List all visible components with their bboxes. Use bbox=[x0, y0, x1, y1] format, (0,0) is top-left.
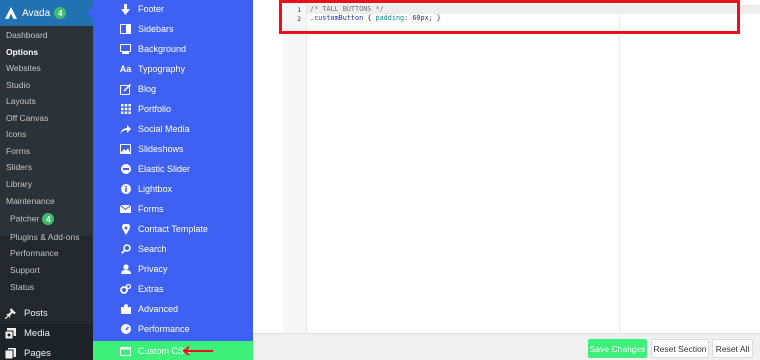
sidebar-item-label: Contact Template bbox=[138, 224, 208, 234]
submenu-studio[interactable]: Studio bbox=[6, 80, 30, 90]
sidebar-item-extras[interactable]: Extras bbox=[93, 279, 253, 299]
wp-menu-media-label: Media bbox=[24, 327, 50, 339]
sidebar-item-label: Blog bbox=[138, 84, 157, 94]
sidebar-item-slideshows[interactable]: Slideshows bbox=[93, 139, 253, 159]
patcher-count-badge: 4 bbox=[42, 213, 55, 225]
sidebar-item-privacy[interactable]: Privacy bbox=[93, 259, 253, 279]
submenu-sliders[interactable]: Sliders bbox=[6, 162, 32, 172]
minus-circle-icon bbox=[120, 164, 131, 175]
submenu-off-canvas[interactable]: Off Canvas bbox=[6, 113, 48, 123]
line-number-gutter bbox=[283, 0, 307, 333]
sidebar-item-label: Elastic Slider bbox=[138, 164, 191, 174]
sidebar-item-background[interactable]: Background bbox=[93, 39, 253, 59]
print-margin-line bbox=[619, 0, 620, 333]
sidebar-item-label: Performance bbox=[138, 324, 190, 334]
submenu-layouts[interactable]: Layouts bbox=[6, 96, 36, 106]
options-footer-bar: Save Changes Reset Section Reset All bbox=[253, 333, 760, 360]
wp-menu-pages-label: Pages bbox=[24, 347, 51, 359]
sidebar-item-forms[interactable]: Forms bbox=[93, 199, 253, 219]
sidebar-item-portfolio[interactable]: Portfolio bbox=[93, 99, 253, 119]
image-icon bbox=[120, 144, 131, 155]
wp-menu-avada[interactable]: Avada 4 bbox=[0, 0, 93, 26]
sidebar-item-elastic-slider[interactable]: Elastic Slider bbox=[93, 159, 253, 179]
submenu-websites[interactable]: Websites bbox=[6, 63, 41, 73]
submenu-icons[interactable]: Icons bbox=[6, 129, 26, 139]
sidebar-item-label: Advanced bbox=[138, 304, 179, 314]
css-icon bbox=[120, 346, 131, 357]
sidebar-item-label: Extras bbox=[138, 284, 164, 294]
wp-menu-avada-label: Avada bbox=[22, 7, 51, 19]
wp-avada-submenu: Dashboard Options Websites Studio Layout… bbox=[0, 26, 93, 324]
sidebar-item-custom-css[interactable]: Custom CSS bbox=[93, 341, 259, 360]
map-pin-icon bbox=[120, 223, 131, 235]
pages-icon bbox=[5, 347, 16, 359]
submenu-maintenance[interactable]: Maintenance bbox=[6, 196, 55, 206]
share-icon bbox=[120, 124, 131, 135]
sidebar-item-search[interactable]: Search bbox=[93, 239, 253, 259]
sidebar-item-contact-template[interactable]: Contact Template bbox=[93, 219, 253, 239]
sidebar-item-label: Portfolio bbox=[138, 104, 172, 114]
typography-icon: Aa bbox=[119, 64, 132, 74]
submenu-patcher-label: Patcher bbox=[10, 213, 40, 224]
grid-icon bbox=[120, 104, 131, 115]
envelope-icon bbox=[120, 204, 131, 215]
info-icon bbox=[120, 184, 131, 195]
user-icon bbox=[120, 264, 131, 275]
sidebar-item-blog[interactable]: Blog bbox=[93, 79, 253, 99]
submenu-library[interactable]: Library bbox=[6, 179, 32, 189]
sidebar-item-social-media[interactable]: Social Media bbox=[93, 119, 253, 139]
puzzle-icon bbox=[120, 304, 131, 315]
sidebar-item-label: Typography bbox=[138, 64, 186, 74]
sidebar-item-label: Social Media bbox=[138, 124, 190, 134]
custom-css-editor[interactable]: 1 2 /* TALL BUTTONS */ .customButton { p… bbox=[253, 0, 760, 333]
media-icon bbox=[5, 327, 16, 339]
sidebar-item-label: Forms bbox=[138, 204, 164, 214]
submenu-support[interactable]: Support bbox=[10, 265, 40, 275]
avada-logo-icon bbox=[5, 7, 17, 19]
sidebar-item-performance[interactable]: Performance bbox=[93, 319, 253, 339]
sidebar-item-label: Footer bbox=[138, 4, 165, 14]
gauge-icon bbox=[120, 324, 131, 335]
annotation-arrow-icon bbox=[182, 346, 213, 356]
search-icon bbox=[120, 244, 131, 255]
arrow-down-icon bbox=[120, 3, 131, 15]
gears-icon bbox=[120, 284, 131, 295]
pin-icon bbox=[5, 307, 16, 319]
save-changes-button[interactable]: Save Changes bbox=[588, 339, 647, 358]
update-count-badge: 4 bbox=[54, 7, 67, 19]
wp-admin-menu: Avada 4 Dashboard Options Websites Studi… bbox=[0, 0, 93, 360]
wp-menu-posts[interactable]: Posts bbox=[0, 303, 93, 323]
wp-menu-media[interactable]: Media bbox=[0, 323, 93, 343]
reset-section-button[interactable]: Reset Section bbox=[651, 339, 709, 358]
sidebar-item-footer[interactable]: Footer bbox=[93, 0, 253, 19]
background-icon bbox=[120, 44, 131, 55]
submenu-dashboard[interactable]: Dashboard bbox=[6, 30, 48, 40]
annotation-highlight-box bbox=[279, 0, 740, 34]
blog-icon bbox=[120, 83, 131, 95]
submenu-status[interactable]: Status bbox=[10, 282, 34, 292]
sidebar-item-label: Sidebars bbox=[138, 24, 174, 34]
wp-menu-pages[interactable]: Pages bbox=[0, 343, 93, 360]
submenu-plugins-addons[interactable]: Plugins & Add-ons bbox=[10, 232, 79, 242]
reset-all-button[interactable]: Reset All bbox=[712, 339, 753, 358]
submenu-performance[interactable]: Performance bbox=[10, 248, 59, 258]
sidebar-item-lightbox[interactable]: Lightbox bbox=[93, 179, 253, 199]
avada-options-sidebar: Footer Sidebars Background Aa Typography… bbox=[93, 0, 259, 360]
wp-menu-posts-label: Posts bbox=[24, 307, 48, 319]
sidebar-item-label: Background bbox=[138, 44, 187, 54]
sidebar-item-label: Lightbox bbox=[138, 184, 173, 194]
sidebar-item-label: Slideshows bbox=[138, 144, 184, 154]
sidebar-item-label: Search bbox=[138, 244, 167, 254]
sidebar-item-sidebars[interactable]: Sidebars bbox=[93, 19, 253, 39]
submenu-patcher[interactable]: Patcher 4 bbox=[10, 213, 55, 225]
sidebar-item-advanced[interactable]: Advanced bbox=[93, 299, 253, 319]
sidebar-item-typography[interactable]: Aa Typography bbox=[93, 59, 253, 79]
sidebar-item-label: Privacy bbox=[138, 264, 168, 274]
submenu-options[interactable]: Options bbox=[6, 47, 38, 57]
submenu-forms[interactable]: Forms bbox=[6, 146, 30, 156]
sidebar-icon bbox=[120, 24, 131, 35]
